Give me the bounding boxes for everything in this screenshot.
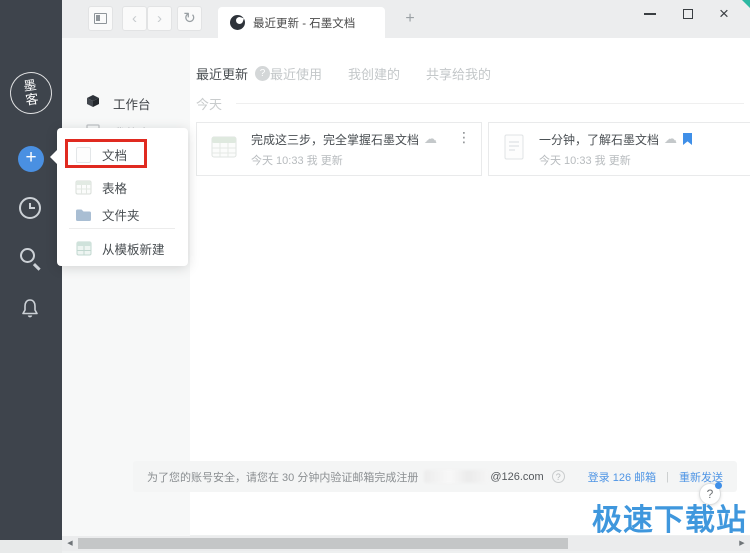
menu-item-label: 文档 xyxy=(102,149,128,163)
doc-card-guide[interactable]: 完成这三步，完全掌握石墨文档 ☁ 今天 10:33 我 更新 ⋮ xyxy=(196,122,482,176)
app-window: 最近更新 ? 最近使用 我创建的 共享给我的 今天 完成这三步，完全掌握石墨文档… xyxy=(0,0,750,553)
sidebar-item-workbench[interactable]: 工作台 xyxy=(62,90,190,116)
browser-tab[interactable]: 最近更新 - 石墨文档 xyxy=(218,7,385,38)
verification-links: 登录 126 邮箱 | 重新发送 xyxy=(588,469,723,485)
refresh-icon: ↻ xyxy=(183,10,196,27)
corner-accent xyxy=(742,0,750,8)
card-meta: 今天 10:33 我 更新 xyxy=(539,154,631,167)
scroll-left-arrow[interactable]: ◀ xyxy=(64,536,76,551)
split-view-icon xyxy=(94,13,107,24)
titlebar: ‹ › ↻ 最近更新 - 石墨文档 + × xyxy=(62,0,750,38)
minimize-icon xyxy=(644,13,656,15)
link-divider: | xyxy=(666,470,669,483)
card-meta: 今天 10:33 我 更新 xyxy=(251,154,343,167)
recent-history-button[interactable] xyxy=(18,196,44,222)
tab-created-by-me[interactable]: 我创建的 xyxy=(348,64,400,83)
cloud-sync-icon: ☁ xyxy=(424,131,438,147)
card-info: 完成这三步，完全掌握石墨文档 ☁ 今天 10:33 我 更新 xyxy=(251,131,437,168)
moke-logo: 墨 客 xyxy=(7,69,55,117)
search-icon xyxy=(20,248,35,263)
document-file-icon xyxy=(503,134,525,165)
spreadsheet-icon xyxy=(75,179,92,196)
cloud-sync-icon: ☁ xyxy=(664,131,678,147)
cube-icon xyxy=(86,94,100,113)
shimo-logo-icon xyxy=(230,15,245,30)
help-question-icon[interactable]: ? xyxy=(551,470,565,483)
folder-icon xyxy=(75,206,92,223)
logo-char-bottom: 客 xyxy=(24,91,40,108)
card-title: 一分钟，了解石墨文档 ☁ xyxy=(539,131,693,148)
scrollbar-thumb[interactable] xyxy=(78,538,568,549)
app-rail: 墨 客 + xyxy=(0,0,62,540)
forward-button[interactable]: › xyxy=(147,6,172,31)
maximize-icon xyxy=(683,9,693,19)
horizontal-scrollbar[interactable]: ◀ ▶ xyxy=(62,536,750,551)
clock-icon xyxy=(19,197,41,219)
notification-dot xyxy=(715,482,722,489)
verification-message: 为了您的账号安全，请您在 30 分钟内验证邮箱完成注册 xyxy=(147,471,419,484)
search-button[interactable] xyxy=(18,246,44,272)
refresh-button[interactable]: ↻ xyxy=(177,6,202,31)
template-icon xyxy=(75,240,92,257)
tab-recent-used[interactable]: 最近使用 xyxy=(270,64,322,83)
minimize-button[interactable] xyxy=(638,3,662,25)
filter-tabs: 最近更新 ? 最近使用 我创建的 共享给我的 xyxy=(196,64,491,83)
card-title-text: 完成这三步，完全掌握石墨文档 xyxy=(251,132,420,147)
document-icon xyxy=(75,146,92,163)
help-fab-button[interactable]: ? xyxy=(699,482,722,505)
back-button[interactable]: ‹ xyxy=(122,6,147,31)
scroll-right-arrow[interactable]: ▶ xyxy=(736,536,748,551)
email-domain: @126.com xyxy=(490,470,544,483)
card-more-menu-icon[interactable]: ⋮ xyxy=(457,131,471,145)
email-verification-bar: 为了您的账号安全，请您在 30 分钟内验证邮箱完成注册 @126.com ? 登… xyxy=(133,461,737,492)
tab-shared-with-me[interactable]: 共享给我的 xyxy=(426,64,491,83)
sidebar-toggle-button[interactable] xyxy=(88,6,113,31)
card-info: 一分钟，了解石墨文档 ☁ 今天 10:33 我 更新 xyxy=(539,131,693,168)
menu-item-label: 从模板新建 xyxy=(102,243,165,257)
menu-item-label: 表格 xyxy=(102,182,128,196)
tab-title: 最近更新 - 石墨文档 xyxy=(253,17,356,30)
help-fab-label: ? xyxy=(706,487,714,501)
menu-item-label: 文件夹 xyxy=(102,209,140,223)
bookmark-icon xyxy=(683,133,693,145)
back-icon: ‹ xyxy=(132,10,137,27)
menu-divider xyxy=(69,228,175,229)
menu-item-new-from-template[interactable]: 从模板新建 xyxy=(57,235,188,262)
create-new-button[interactable]: + xyxy=(18,146,44,172)
bottom-left-corner xyxy=(0,540,62,553)
new-tab-button[interactable]: + xyxy=(400,9,420,29)
menu-item-folder[interactable]: 文件夹 xyxy=(57,201,188,228)
login-mailbox-link[interactable]: 登录 126 邮箱 xyxy=(588,469,656,485)
card-title: 完成这三步，完全掌握石墨文档 ☁ xyxy=(251,131,437,148)
card-title-text: 一分钟，了解石墨文档 xyxy=(539,132,660,147)
menu-item-spreadsheet[interactable]: 表格 xyxy=(57,174,188,201)
create-menu-popup: 文档 表格 文件夹 从模板新建 xyxy=(50,128,188,266)
maximize-button[interactable] xyxy=(676,3,700,25)
spreadsheet-file-icon xyxy=(211,135,237,164)
close-button[interactable]: × xyxy=(712,3,736,25)
bell-icon xyxy=(18,299,42,324)
blurred-email xyxy=(424,470,489,483)
sidebar-item-label: 工作台 xyxy=(113,97,151,112)
notifications-button[interactable] xyxy=(18,296,44,322)
forward-icon: › xyxy=(157,10,162,27)
tab-recent-updates[interactable]: 最近更新 xyxy=(196,64,248,83)
section-today: 今天 xyxy=(196,94,744,113)
menu-item-document[interactable]: 文档 xyxy=(57,141,188,168)
help-badge-icon[interactable]: ? xyxy=(255,66,271,81)
section-divider xyxy=(236,103,744,104)
section-today-label: 今天 xyxy=(196,97,223,112)
doc-card-intro[interactable]: 一分钟，了解石墨文档 ☁ 今天 10:33 我 更新 xyxy=(488,122,750,176)
